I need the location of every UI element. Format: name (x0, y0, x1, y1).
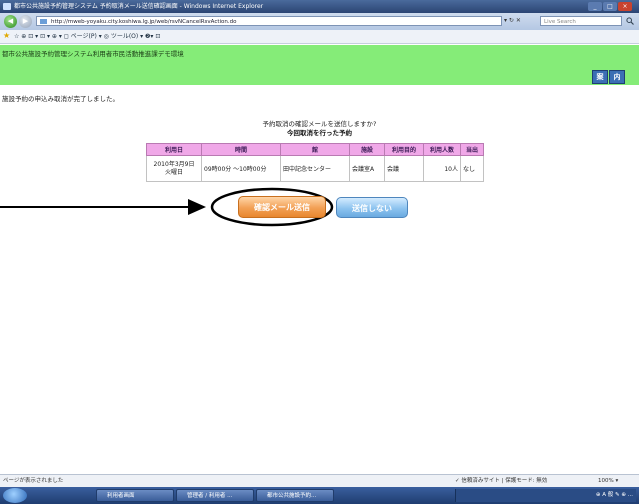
address-toolbar: ◀ ▶ http://mweb-yoyaku.city.koshiwa.lg.j… (0, 13, 639, 30)
guide-button-2[interactable]: 内 (609, 70, 625, 84)
address-url-text: http://mweb-yoyaku.city.koshiwa.lg.jp/we… (51, 19, 237, 25)
window-title-bar: 都市公共施設予約管理システム 予約取消メール送信確認画面 - Windows I… (0, 0, 639, 13)
col-purpose: 利用目的 (384, 143, 424, 156)
col-attendance: 当出 (460, 143, 484, 156)
guide-button-1[interactable]: 案 (592, 70, 608, 84)
table-header-row: 利用日 時間 館 施設 利用目的 利用人数 当出 (146, 143, 484, 156)
taskbar: 利用者画面 管理者 / 利用者 ... 都市公共施設予約... ⊕ A 般 ✎ … (0, 487, 639, 504)
arrow-icon (188, 199, 206, 215)
send-confirmation-mail-button[interactable]: 確認メール送信 (238, 196, 326, 218)
address-input[interactable]: http://mweb-yoyaku.city.koshiwa.lg.jp/we… (36, 16, 502, 26)
forward-button[interactable]: ▶ (19, 15, 32, 28)
close-button[interactable]: × (618, 2, 632, 11)
col-building: 館 (280, 143, 350, 156)
favorites-star-icon[interactable]: ★ (3, 32, 11, 40)
col-facility: 施設 (349, 143, 385, 156)
page-icon (40, 19, 47, 24)
cancelled-reservation-label: 今回取消を行った予約 (287, 129, 352, 137)
cell-facility: 会議室A (349, 155, 385, 182)
start-button[interactable] (3, 488, 27, 503)
command-bar-items[interactable]: ☆ ⊕ ⊡ ▾ ⊡ ▾ ⊕ ▾ ◻ ページ(P) ▾ ◎ ツール(O) ▾ ❷▾… (14, 30, 160, 43)
back-button[interactable]: ◀ (4, 15, 17, 28)
taskbar-item-2[interactable]: 管理者 / 利用者 ... (176, 489, 254, 502)
refresh-stop-buttons[interactable]: ▾ ↻ ✕ (504, 16, 538, 26)
minimize-button[interactable]: _ (588, 2, 602, 11)
cell-purpose: 会議 (384, 155, 424, 182)
system-tray[interactable]: ⊕ A 般 ✎ ⊕ ... (455, 489, 636, 502)
table-row: 2010年3月9日 火曜日 09時00分 〜10時00分 田中記念センター 会議… (146, 155, 484, 182)
search-icon[interactable] (626, 17, 634, 25)
col-people: 利用人数 (423, 143, 461, 156)
status-bar: ページが表示されました ✓ 信頼済みサイト | 保護モード: 無効 100% ▾ (0, 474, 639, 488)
cell-time: 09時00分 〜10時00分 (201, 155, 281, 182)
col-time: 時間 (201, 143, 281, 156)
app-header: 都市公共施設予約管理システム利用者市民活動推進課デモ環境 案 内 (0, 45, 639, 85)
app-title: 都市公共施設予約管理システム利用者市民活動推進課デモ環境 (2, 50, 184, 58)
ie-icon (3, 3, 11, 10)
search-input[interactable]: Live Search (540, 16, 622, 26)
cell-attendance: なし (460, 155, 484, 182)
cell-people: 10人 (423, 155, 461, 182)
cell-date: 2010年3月9日 火曜日 (146, 155, 202, 182)
taskbar-item-1[interactable]: 利用者画面 (96, 489, 174, 502)
reservation-table: 利用日 時間 館 施設 利用目的 利用人数 当出 2010年3月9日 火曜日 0… (146, 143, 484, 182)
window-title: 都市公共施設予約管理システム 予約取消メール送信確認画面 - Windows I… (14, 3, 264, 10)
do-not-send-button[interactable]: 送信しない (336, 197, 408, 218)
col-date: 利用日 (146, 143, 202, 156)
maximize-button[interactable]: □ (603, 2, 617, 11)
command-bar: ★ ☆ ⊕ ⊡ ▾ ⊡ ▾ ⊕ ▾ ◻ ページ(P) ▾ ◎ ツール(O) ▾ … (0, 30, 639, 44)
taskbar-item-3[interactable]: 都市公共施設予約... (256, 489, 334, 502)
completion-message: 施設予約の申込み取消が完了しました。 (2, 95, 119, 103)
cell-building: 田中記念センター (280, 155, 350, 182)
